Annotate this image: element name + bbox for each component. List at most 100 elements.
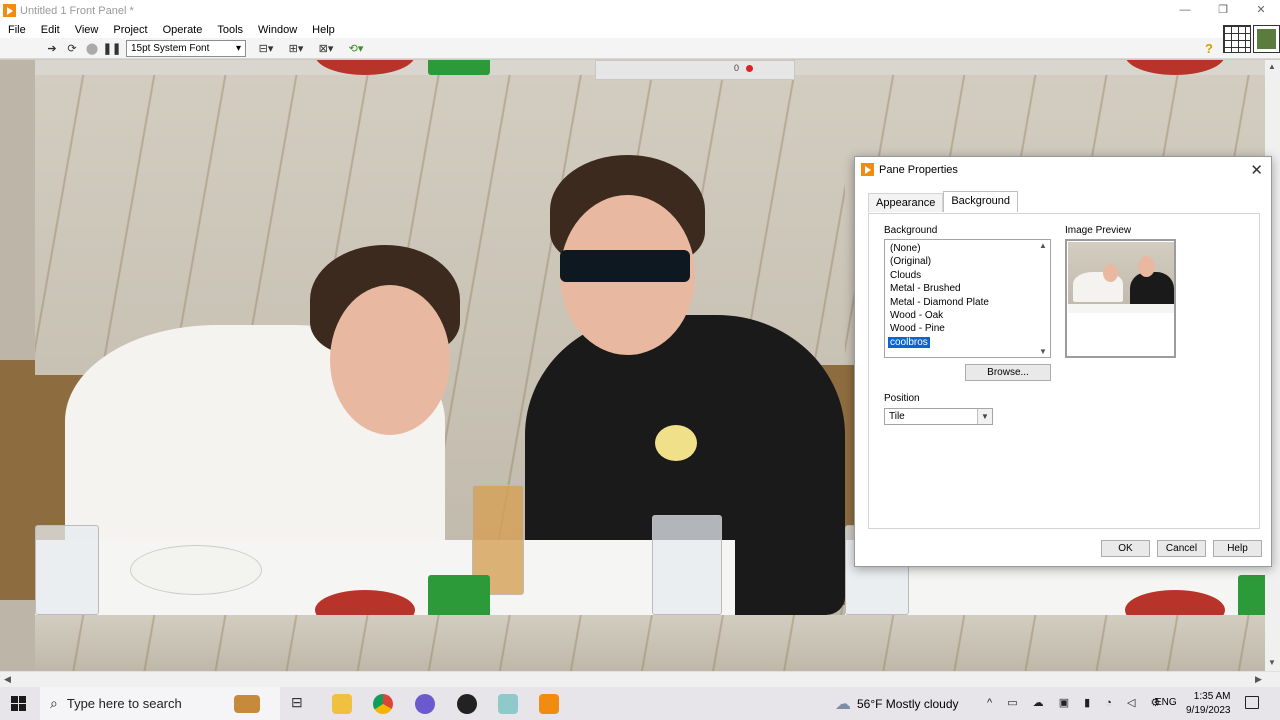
list-item[interactable]: Metal - Diamond Plate — [890, 296, 1050, 309]
soda-can — [428, 575, 490, 615]
chair — [0, 360, 35, 600]
list-item[interactable]: Wood - Pine — [890, 322, 1050, 335]
briefcase-icon[interactable] — [234, 695, 260, 713]
font-dropdown-label: 15pt System Font — [131, 42, 210, 54]
background-tile — [845, 615, 1265, 671]
close-button[interactable]: ✕ — [1242, 0, 1280, 21]
image-preview-label: Image Preview — [1065, 225, 1132, 236]
chevron-down-icon[interactable]: ▼ — [977, 409, 992, 424]
menu-file[interactable]: File — [0, 24, 33, 36]
resize-objects-icon[interactable]: ⊠▾ — [318, 40, 334, 56]
search-icon: ⌕ — [50, 695, 58, 711]
bowl — [1125, 60, 1225, 75]
menu-window[interactable]: Window — [250, 24, 304, 36]
toolbar: ➔ ⟳ ⬤ ❚❚ 15pt System Font ▾ ⊟▾ ⊞▾ ⊠▾ ⟲▾ — [0, 38, 1280, 59]
minimize-button[interactable]: — — [1166, 0, 1204, 21]
face — [330, 285, 450, 435]
chevron-down-icon[interactable]: ▼ — [1039, 347, 1047, 356]
list-item[interactable]: Clouds — [890, 269, 1050, 282]
listbox-scrollbar[interactable]: ▲ ▼ — [1037, 240, 1050, 357]
dialog-tabs: Appearance Background — [868, 191, 1019, 212]
indicator-led — [746, 65, 753, 72]
run-arrow-icon[interactable]: ➔ — [44, 40, 60, 56]
list-item[interactable]: (Original) — [890, 255, 1050, 268]
chevron-down-icon: ▾ — [235, 42, 241, 54]
face — [1103, 264, 1118, 282]
bowl — [315, 60, 415, 75]
scroll-right-icon[interactable]: ▶ — [1255, 674, 1262, 685]
font-dropdown[interactable]: 15pt System Font ▾ — [126, 39, 246, 57]
task-view-icon[interactable]: ⊟ — [291, 694, 311, 714]
browse-button[interactable]: Browse... — [965, 364, 1051, 381]
soda-can — [1238, 575, 1265, 615]
menu-view[interactable]: View — [67, 24, 106, 36]
position-label: Position — [884, 393, 920, 404]
app-icon[interactable] — [498, 694, 518, 714]
notification-icon[interactable] — [1245, 696, 1259, 709]
abort-icon[interactable]: ⬤ — [84, 40, 100, 56]
connector-pane-icon[interactable] — [1223, 25, 1251, 53]
menu-operate[interactable]: Operate — [155, 24, 210, 36]
scroll-up-icon[interactable]: ▲ — [1268, 62, 1276, 71]
background-listbox[interactable]: (None) (Original) Clouds Metal - Brushed… — [884, 239, 1051, 358]
close-icon[interactable]: ✕ — [1250, 161, 1263, 179]
glass — [35, 525, 99, 615]
run-continuously-icon[interactable]: ⟳ — [64, 40, 80, 56]
pause-icon[interactable]: ❚❚ — [103, 40, 121, 56]
taskbar: ⌕ Type here to search ⊟ ☁ 56°F Mostly cl… — [0, 687, 1280, 720]
labview-taskbar-icon[interactable] — [539, 694, 559, 714]
plate — [130, 545, 262, 595]
align-objects-icon[interactable]: ⊟▾ — [258, 40, 274, 56]
cloud-icon: ☁ — [835, 695, 851, 713]
cancel-button[interactable]: Cancel — [1157, 540, 1206, 557]
system-tray-icons[interactable]: ^ ▭ ☁ ▣ ▮ ◔ ◁ ⚙ — [987, 696, 1166, 709]
weather-text: 56°F Mostly cloudy — [857, 696, 959, 711]
position-dropdown[interactable]: Tile ▼ — [884, 408, 993, 425]
menu-project[interactable]: Project — [105, 24, 154, 36]
language-indicator[interactable]: ENG — [1155, 697, 1177, 708]
background-tile — [0, 60, 35, 671]
windows-start-icon[interactable] — [11, 696, 26, 711]
maximize-button[interactable]: ❐ — [1204, 0, 1242, 21]
app-icon[interactable] — [457, 694, 477, 714]
help-button[interactable]: Help — [1213, 540, 1262, 557]
clock-time: 1:35 AM — [1193, 691, 1231, 702]
scroll-left-icon[interactable]: ◀ — [4, 674, 11, 685]
search-placeholder: Type here to search — [66, 696, 182, 711]
file-explorer-icon[interactable] — [332, 694, 352, 714]
table — [1068, 304, 1174, 313]
weather-widget[interactable]: ☁ 56°F Mostly cloudy — [835, 687, 959, 720]
tab-appearance[interactable]: Appearance — [868, 193, 944, 212]
ok-button[interactable]: OK — [1101, 540, 1150, 557]
soda-can — [428, 60, 490, 75]
boutonniere — [655, 425, 697, 461]
position-value: Tile — [889, 411, 905, 422]
canvas-indicator: 0 — [595, 60, 795, 80]
pane-properties-dialog: Pane Properties ✕ Appearance Background … — [854, 156, 1272, 567]
list-item[interactable]: Wood - Oak — [890, 309, 1050, 322]
scroll-down-icon[interactable]: ▼ — [1268, 658, 1276, 667]
sunglasses — [560, 250, 690, 282]
background-tile — [35, 75, 845, 615]
distribute-objects-icon[interactable]: ⊞▾ — [288, 40, 304, 56]
clock[interactable]: 1:35 AM 9/19/2023 — [1186, 690, 1231, 718]
horizontal-scrollbar[interactable]: ◀ ▶ — [0, 671, 1280, 687]
title-bar: Untitled 1 Front Panel * — ❐ ✕ — [0, 0, 1280, 21]
chevron-up-icon[interactable]: ▲ — [1039, 241, 1047, 250]
reorder-icon[interactable]: ⟲▾ — [348, 40, 364, 56]
menu-edit[interactable]: Edit — [33, 24, 67, 36]
context-help-icon[interactable]: ? — [1205, 41, 1219, 56]
tab-background[interactable]: Background — [943, 191, 1019, 212]
face — [1138, 256, 1155, 277]
menu-tools[interactable]: Tools — [209, 24, 250, 36]
app-icon[interactable] — [415, 694, 435, 714]
list-item[interactable]: (None) — [890, 242, 1050, 255]
chrome-icon[interactable] — [373, 694, 393, 714]
menu-help[interactable]: Help — [304, 24, 342, 36]
list-item-selected[interactable]: coolbros — [888, 336, 1050, 349]
dialog-title: Pane Properties — [879, 163, 958, 176]
background-tile — [35, 615, 845, 671]
list-item[interactable]: Metal - Brushed — [890, 282, 1050, 295]
vi-icon[interactable] — [1253, 25, 1280, 53]
clock-date: 9/19/2023 — [1186, 705, 1231, 716]
